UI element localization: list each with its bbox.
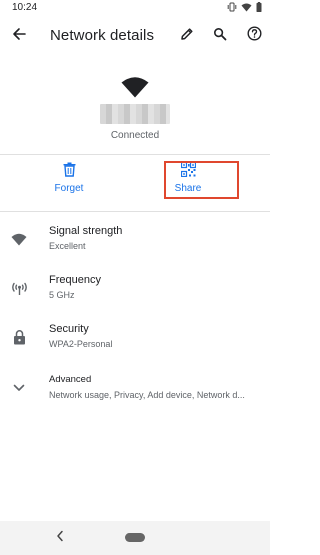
status-bar: 10:24: [0, 0, 270, 16]
list-item-signal-strength[interactable]: Signal strength Excellent: [0, 222, 270, 266]
list-item-security[interactable]: Security WPA2-Personal: [0, 320, 270, 364]
battery-icon: [256, 2, 262, 12]
status-time: 10:24: [12, 2, 38, 13]
help-icon: [246, 26, 262, 46]
page-title: Network details: [50, 27, 155, 44]
share-highlight-annotation: [164, 161, 239, 199]
pencil-icon: [180, 27, 194, 46]
list-item-title: Security: [49, 323, 89, 335]
back-button[interactable]: [7, 24, 31, 48]
wifi-status-icon: [241, 3, 252, 12]
list-item-title: Frequency: [49, 274, 101, 286]
divider: [0, 211, 270, 212]
list-item-value: Excellent: [49, 241, 86, 251]
list-item-value: WPA2-Personal: [49, 339, 113, 349]
connection-status: Connected: [110, 130, 160, 141]
lock-icon: [10, 328, 28, 346]
advanced-title: Advanced: [49, 374, 92, 385]
chevron-left-icon: [56, 529, 64, 547]
chevron-down-icon: [10, 379, 28, 397]
advanced-summary: Network usage, Privacy, Add device, Netw…: [49, 390, 245, 400]
trash-icon: [63, 160, 76, 178]
list-item-frequency[interactable]: Frequency 5 GHz: [0, 271, 270, 315]
list-item-advanced[interactable]: Advanced Network usage, Privacy, Add dev…: [0, 371, 270, 415]
status-icons: [227, 2, 262, 12]
list-item-value: 5 GHz: [49, 290, 75, 300]
antenna-icon: [10, 279, 28, 297]
search-icon: [213, 27, 227, 46]
vibrate-icon: [227, 2, 237, 12]
network-name-redacted: [100, 104, 170, 124]
wifi-signal-icon: [121, 76, 149, 98]
system-nav-bar: [0, 521, 270, 555]
forget-button[interactable]: Forget: [14, 160, 124, 200]
help-button[interactable]: [242, 24, 266, 48]
list-item-title: Signal strength: [49, 225, 123, 237]
app-bar: Network details: [0, 20, 270, 52]
forget-label: Forget: [54, 183, 84, 194]
divider: [0, 154, 270, 155]
nav-home-pill[interactable]: [125, 533, 145, 542]
nav-back-button[interactable]: [53, 529, 67, 547]
search-button[interactable]: [208, 24, 232, 48]
wifi-icon: [10, 230, 28, 248]
arrow-back-icon: [12, 27, 26, 46]
edit-button[interactable]: [175, 24, 199, 48]
